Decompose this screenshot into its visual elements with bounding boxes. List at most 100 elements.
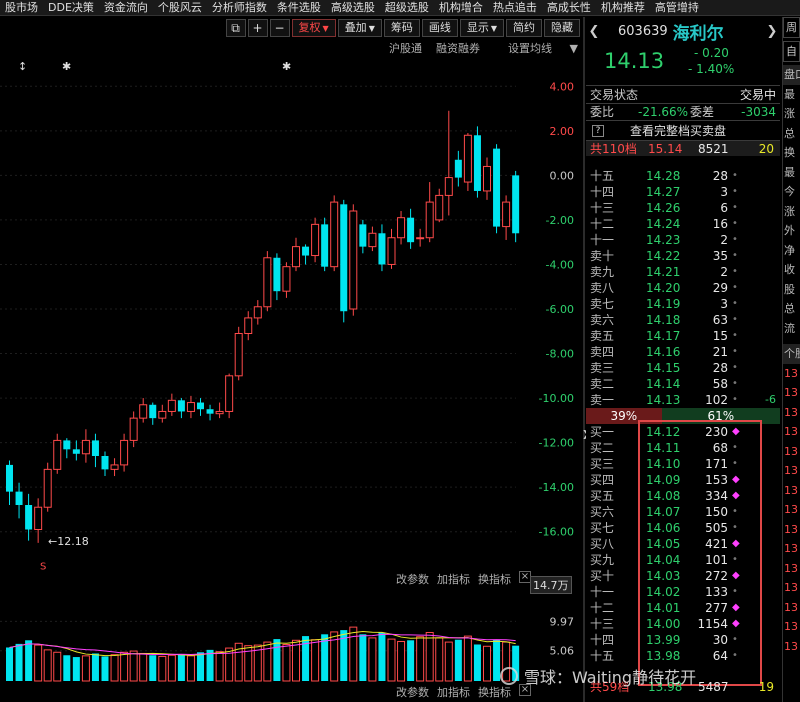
sell-level-row[interactable]: 卖十 14.22 35 • [586, 248, 780, 264]
top-menu-item[interactable]: 高管增持 [650, 0, 704, 15]
candle[interactable] [330, 195, 339, 272]
candle[interactable] [43, 462, 52, 512]
candle[interactable] [340, 199, 348, 323]
candle[interactable] [81, 429, 90, 463]
volume-bar[interactable] [25, 640, 33, 681]
buy-level-row[interactable]: 买九 14.04 101 • [586, 552, 780, 568]
candle[interactable] [273, 253, 281, 301]
volume-bar[interactable] [416, 636, 425, 682]
volume-bar[interactable] [206, 649, 214, 681]
candle[interactable] [234, 326, 243, 381]
candle[interactable] [378, 224, 386, 272]
volume-bar[interactable] [34, 644, 43, 682]
volume-bar[interactable] [177, 654, 185, 681]
candle[interactable] [263, 251, 272, 312]
candle[interactable] [177, 398, 185, 419]
buy-level-row[interactable]: 买五 14.08 334 ◆ [586, 488, 780, 504]
volume-bar[interactable] [129, 650, 138, 682]
top-menu-item[interactable]: 资金流向 [99, 0, 153, 15]
candle[interactable] [425, 182, 434, 243]
help-icon[interactable]: ? [592, 124, 604, 137]
candle[interactable] [387, 228, 396, 269]
volume-bar[interactable] [15, 643, 23, 681]
candle[interactable] [53, 433, 62, 474]
strip-btn-self[interactable]: 自 [783, 41, 800, 62]
volume-bar[interactable] [397, 640, 406, 682]
buy-level-row[interactable]: 十五 13.98 64 • [586, 648, 780, 664]
volume-bar[interactable] [91, 653, 99, 681]
sell-level-row[interactable]: 十四 14.27 3 • [586, 184, 780, 200]
candle[interactable] [186, 395, 195, 419]
huaxian-button[interactable]: 画线 [421, 19, 458, 37]
top-menu-item[interactable]: 股市场 [0, 0, 43, 15]
buy-level-row[interactable]: 买八 14.05 421 ◆ [586, 536, 780, 552]
sell-level-row[interactable]: 卖一 14.13 102 • -6 [586, 392, 780, 408]
top-menu-item[interactable]: 机构推荐 [596, 0, 650, 15]
top-menu-item[interactable]: 条件选股 [272, 0, 326, 15]
candle[interactable] [359, 219, 367, 254]
hgt-link[interactable]: 沪股通 [389, 40, 422, 58]
candle[interactable] [149, 402, 157, 425]
volume-bar[interactable] [101, 656, 109, 681]
buy-level-row[interactable]: 买六 14.07 150 • [586, 504, 780, 520]
volume-bar[interactable] [493, 639, 501, 681]
volume-bar[interactable] [139, 652, 148, 682]
candle[interactable] [302, 244, 310, 265]
volume-bar[interactable] [368, 637, 377, 682]
candle[interactable] [349, 204, 358, 316]
buy-level-row[interactable]: 买七 14.06 505 • [586, 520, 780, 536]
sell-level-row[interactable]: 十二 14.24 16 • [586, 216, 780, 232]
candle[interactable] [321, 217, 329, 272]
volume-bar[interactable] [215, 651, 224, 682]
candle[interactable] [244, 311, 253, 341]
volume-bar[interactable] [387, 638, 396, 682]
candle[interactable] [311, 217, 320, 263]
candle[interactable] [282, 262, 291, 298]
buy-level-row[interactable]: 十二 14.01 277 ◆ [586, 600, 780, 616]
next-stock-icon[interactable]: ❯ [764, 24, 780, 39]
volume-bar[interactable] [81, 655, 90, 682]
volume-bar[interactable] [378, 632, 386, 681]
sell-level-row[interactable]: 十三 14.26 6 • [586, 200, 780, 216]
hide-button[interactable]: 隐藏 [544, 19, 580, 37]
top-menu-item[interactable]: 分析师指数 [207, 0, 272, 15]
candle[interactable] [483, 157, 491, 200]
diejia-button[interactable]: 叠加 ▼ [337, 19, 382, 37]
buy-level-row[interactable]: 十三 14.00 1154 ◆ [586, 616, 780, 632]
volume-bar[interactable] [197, 652, 204, 681]
buy-level-row[interactable]: 买一 14.12 230 ◆ [586, 424, 780, 440]
sell-level-row[interactable]: 卖五 14.17 15 • [586, 328, 780, 344]
buy-level-row[interactable]: 买十 14.03 272 ◆ [586, 568, 780, 584]
buy-level-row[interactable]: 买三 14.10 171 • [586, 456, 780, 472]
volume-chart[interactable]: 9.97 5.06 [0, 585, 584, 685]
candle[interactable] [129, 411, 138, 448]
candle[interactable] [139, 398, 148, 423]
sell-level-row[interactable]: 卖八 14.20 29 • [586, 280, 780, 296]
candle[interactable] [454, 150, 462, 187]
xianshi-button[interactable]: 显示 ▼ [459, 19, 504, 37]
candle[interactable] [15, 482, 23, 519]
candle[interactable] [34, 498, 43, 543]
sell-level-row[interactable]: 卖二 14.14 58 • [586, 376, 780, 392]
volume-bar[interactable] [359, 634, 367, 681]
candle[interactable] [167, 393, 176, 416]
sell-level-row[interactable]: 卖四 14.16 21 • [586, 344, 780, 360]
prev-stock-icon[interactable]: ❮ [586, 24, 602, 39]
candle[interactable] [444, 110, 453, 216]
buy-level-row[interactable]: 买四 14.09 153 ◆ [586, 472, 780, 488]
candle[interactable] [25, 493, 33, 541]
tab-pankou[interactable]: 盘口 [783, 65, 800, 85]
candle[interactable] [292, 237, 300, 272]
ma-setting-link[interactable]: 设置均线 ▼ [494, 40, 578, 58]
volume-bar[interactable] [6, 647, 13, 681]
volume-bar[interactable] [282, 643, 291, 682]
candle[interactable] [435, 188, 444, 223]
top-menu-item[interactable]: 超级选股 [380, 0, 434, 15]
volume-bar[interactable] [444, 641, 453, 682]
candle[interactable] [512, 170, 520, 243]
volume-bar[interactable] [463, 635, 472, 682]
candle[interactable] [215, 402, 224, 419]
candle[interactable] [463, 133, 472, 191]
fuquan-button[interactable]: 复权 ▼ [291, 19, 336, 37]
candle[interactable] [158, 404, 167, 423]
